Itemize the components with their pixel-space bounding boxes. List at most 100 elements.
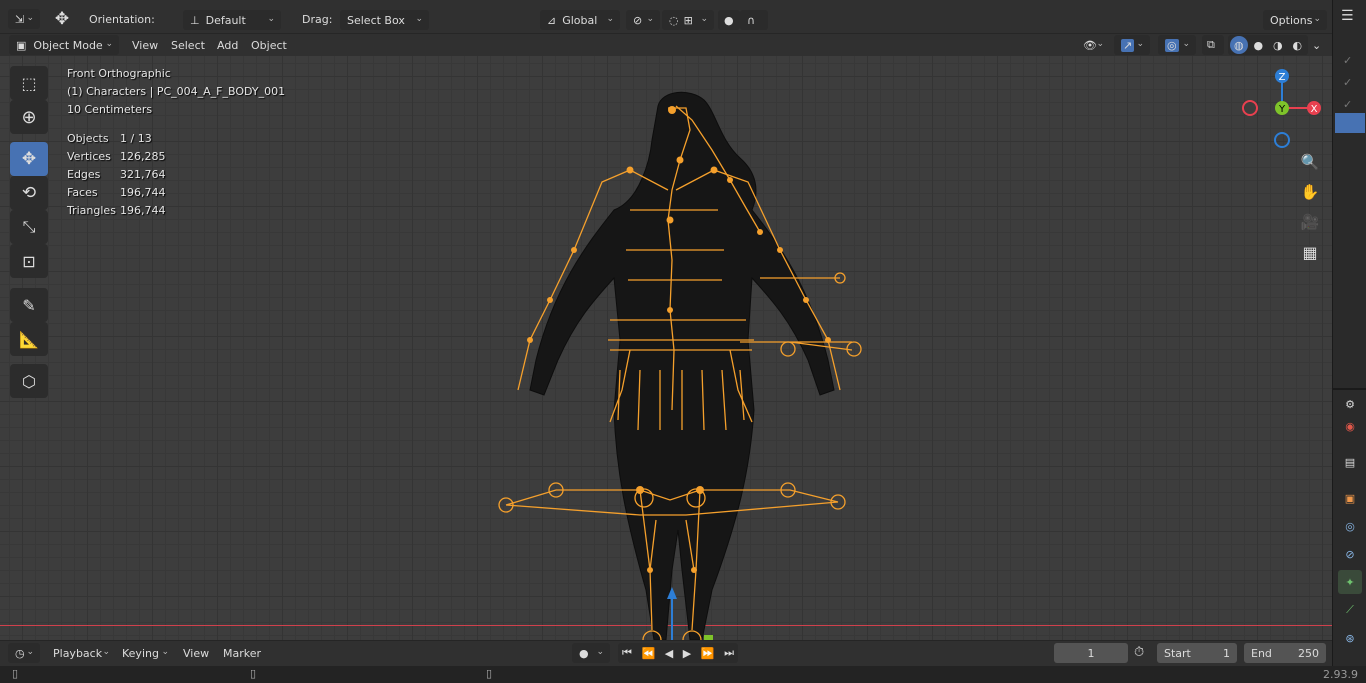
current-frame-value: 1 bbox=[1087, 646, 1095, 660]
drag-dropdown[interactable]: Select Box ⌄ bbox=[340, 10, 429, 30]
annotate-tool[interactable]: ✎ bbox=[10, 288, 48, 322]
jump-end-icon[interactable]: ⏭ bbox=[724, 646, 734, 660]
menu-view[interactable]: View bbox=[125, 35, 165, 55]
constraints-tab-icon[interactable]: ⊘ bbox=[1338, 542, 1362, 566]
proportional-falloff-button[interactable]: ∩ bbox=[740, 10, 768, 30]
zoom-view-button[interactable]: 🔍 bbox=[1297, 149, 1323, 175]
mouse-right-icon: ▯ bbox=[486, 667, 493, 680]
mode-dropdown[interactable]: ▣ Object Mode ⌄ bbox=[9, 35, 119, 55]
pivot-point-dropdown[interactable]: ⊘ ⌄ bbox=[626, 10, 660, 30]
menu-timeline-view[interactable]: View bbox=[176, 643, 216, 663]
outliner-row-icon[interactable]: ✓ bbox=[1343, 54, 1352, 67]
next-keyframe-icon[interactable]: ⏩ bbox=[701, 647, 715, 660]
end-frame-field[interactable]: End 250 bbox=[1244, 643, 1326, 663]
move-tool[interactable]: ✥ bbox=[10, 142, 48, 176]
perspective-toggle-button[interactable]: ▦ bbox=[1297, 239, 1323, 265]
transform-space-value: Global bbox=[562, 13, 598, 27]
snapping-group[interactable]: ◌ ⊞ ⌄ bbox=[662, 10, 714, 30]
move-tool-icon: ✥ bbox=[54, 9, 70, 29]
menu-object[interactable]: Object bbox=[244, 35, 294, 55]
play-reverse-icon[interactable]: ◀ bbox=[665, 647, 673, 660]
current-frame-field[interactable]: 1 bbox=[1054, 643, 1128, 663]
cursor-tool[interactable]: ⊕ bbox=[10, 100, 48, 134]
measure-tool[interactable]: 📐 bbox=[10, 322, 48, 356]
transform-tool-icon: ⇲ bbox=[15, 12, 25, 26]
options-label: Options bbox=[1270, 13, 1313, 27]
bone-tab-icon[interactable]: ⟋ bbox=[1338, 598, 1362, 622]
right-editor-column: ☰ ✓ ✓ ✓ ⚙ ◉ ▤ ▣ ◎ ⊘ ✦ ⟋ ⊛ bbox=[1332, 0, 1366, 666]
visibility-dropdown[interactable]: 👁 ⌄ bbox=[1076, 35, 1110, 55]
transform-orientation-dropdown[interactable]: ⊿ Global ⌄ bbox=[540, 10, 620, 30]
collection-object-name: (1) Characters | PC_004_A_F_BODY_001 bbox=[67, 85, 286, 98]
outliner-row-icon[interactable]: ✓ bbox=[1343, 98, 1352, 111]
eye-icon: 👁 bbox=[1083, 38, 1097, 52]
camera-view-button[interactable]: 🎥 bbox=[1297, 209, 1323, 235]
menu-add[interactable]: Add bbox=[210, 35, 245, 55]
menu-keying[interactable]: Keying ⌄ bbox=[115, 643, 175, 663]
orientation-value: Default bbox=[205, 13, 246, 27]
overlays-dropdown[interactable]: ◎ ⌄ bbox=[1158, 35, 1196, 55]
view-name: Front Orthographic bbox=[67, 67, 171, 80]
transform-icon: ⊡ bbox=[22, 251, 36, 271]
object-tab-icon[interactable]: ▣ bbox=[1338, 486, 1362, 510]
drag-label: Drag: bbox=[302, 13, 333, 26]
xray-icon: ⧉ bbox=[1207, 38, 1215, 51]
falloff-curve-icon: ∩ bbox=[747, 13, 756, 27]
gizmo-z-label: Z bbox=[1279, 72, 1286, 83]
select-box-icon: ⬚ bbox=[21, 73, 37, 93]
character-armature-view[interactable] bbox=[490, 56, 870, 640]
orientation-dropdown[interactable]: ⊥ Default ⌄ bbox=[183, 10, 281, 30]
xray-toggle[interactable]: ⧉ bbox=[1202, 35, 1224, 55]
stat-value-objects: 1 / 13 bbox=[120, 132, 152, 145]
scale-tool[interactable]: ⤡ bbox=[10, 210, 48, 244]
rotate-tool[interactable]: ⟲ bbox=[10, 176, 48, 210]
tool-shelf: ⬚ ⊕ ✥ ⟲ ⤡ ⊡ ✎ 📐 ⬡ bbox=[8, 66, 50, 398]
shading-selector[interactable]: ◍ ● ◑ ◐ bbox=[1228, 35, 1308, 55]
menu-playback[interactable]: Playback ⌄ bbox=[46, 643, 116, 663]
material-shading-icon[interactable]: ◑ bbox=[1269, 36, 1287, 54]
bone-constraints-tab-icon[interactable]: ⊛ bbox=[1338, 626, 1362, 650]
properties-editor-icon[interactable]: ⚙ bbox=[1338, 392, 1362, 416]
outliner-editor-icon[interactable]: ☰ bbox=[1341, 8, 1354, 24]
tool-settings-menu-button[interactable]: ⇲ ⌄ bbox=[8, 9, 40, 29]
tool-tab-icon[interactable]: ◉ bbox=[1338, 414, 1362, 438]
stat-value-faces: 196,744 bbox=[120, 186, 166, 199]
solid-shading-icon[interactable]: ● bbox=[1250, 36, 1268, 54]
gizmo-dropdown[interactable]: ↗ ⌄ bbox=[1114, 35, 1150, 55]
editor-divider[interactable] bbox=[1333, 388, 1366, 390]
options-dropdown[interactable]: Options ⌄ bbox=[1263, 10, 1327, 30]
rendered-shading-icon[interactable]: ◐ bbox=[1289, 36, 1307, 54]
jump-start-icon[interactable]: ⏮ bbox=[622, 646, 632, 660]
transform-tool[interactable]: ⊡ bbox=[10, 244, 48, 278]
wireframe-shading-icon[interactable]: ◍ bbox=[1230, 36, 1248, 54]
armature-data-tab-icon[interactable]: ✦ bbox=[1338, 570, 1362, 594]
version-label: 2.93.9 bbox=[1323, 668, 1358, 681]
editor-type-dropdown[interactable]: ◷ ⌄ bbox=[8, 643, 40, 663]
outliner-selected-row[interactable] bbox=[1335, 113, 1365, 133]
menu-keying-label: Keying bbox=[122, 646, 159, 660]
object-mode-icon: ▣ bbox=[16, 38, 27, 52]
menu-select[interactable]: Select bbox=[164, 35, 212, 55]
menu-marker[interactable]: Marker bbox=[216, 643, 268, 663]
play-icon[interactable]: ▶ bbox=[683, 647, 691, 660]
proportional-editing-button[interactable]: ● bbox=[718, 10, 740, 30]
start-frame-field[interactable]: Start 1 bbox=[1157, 643, 1237, 663]
select-box-tool[interactable]: ⬚ bbox=[10, 66, 48, 100]
scale-icon: ⤡ bbox=[22, 217, 36, 236]
stat-label-edges: Edges bbox=[67, 168, 101, 181]
navigation-gizmo[interactable]: Z Y X bbox=[1236, 66, 1326, 152]
add-cube-tool[interactable]: ⬡ bbox=[10, 364, 48, 398]
record-icon: ● bbox=[579, 646, 589, 660]
outliner-row-icon[interactable]: ✓ bbox=[1343, 76, 1352, 89]
scene-tab-icon[interactable]: ▤ bbox=[1338, 450, 1362, 474]
3d-viewport[interactable]: Front Orthographic (1) Characters | PC_0… bbox=[0, 56, 1332, 640]
gizmo-icon: ↗ bbox=[1121, 38, 1135, 52]
stat-label-triangles: Triangles bbox=[67, 204, 116, 217]
mode-value: Object Mode bbox=[33, 38, 103, 52]
physics-tab-icon[interactable]: ◎ bbox=[1338, 514, 1362, 538]
pan-view-button[interactable]: ✋ bbox=[1297, 179, 1323, 205]
stopwatch-icon[interactable]: ⏱ bbox=[1134, 645, 1144, 660]
prev-keyframe-icon[interactable]: ⏪ bbox=[641, 647, 655, 660]
shading-options-dropdown[interactable]: ⌄ bbox=[1308, 35, 1328, 55]
auto-keying-toggle[interactable]: ● ⌄ bbox=[572, 643, 610, 663]
